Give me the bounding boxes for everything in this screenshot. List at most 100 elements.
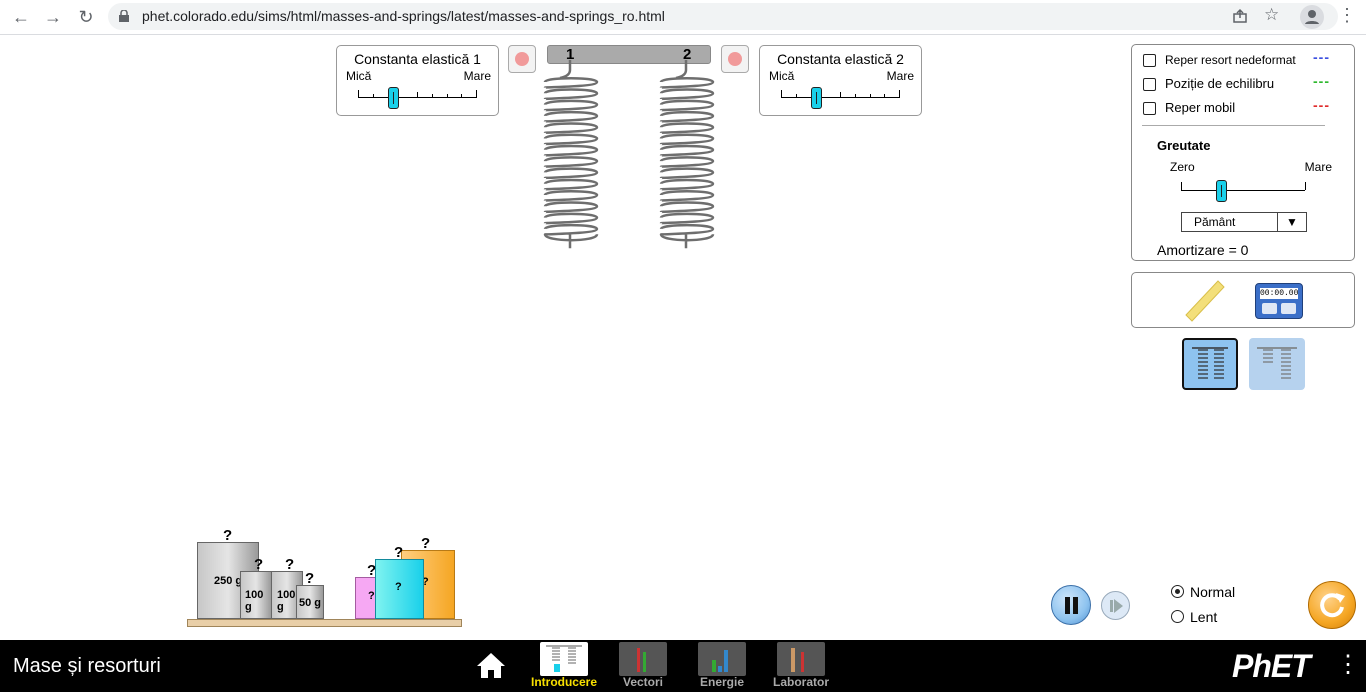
spring-constant-1-thumb[interactable] [387, 87, 399, 109]
speed-normal-radio[interactable] [1171, 585, 1184, 598]
mass-hook: ? [421, 535, 431, 552]
mass-hook: ? [254, 556, 264, 573]
screen-vectors-icon[interactable] [619, 642, 667, 676]
planet-select-value: Pământ [1194, 215, 1236, 229]
pause-icon [1065, 597, 1078, 614]
url-text: phet.colorado.edu/sims/html/masses-and-s… [142, 8, 665, 24]
slider-tick [884, 94, 885, 98]
natural-length-label: Reper resort nedeformat [1165, 53, 1296, 67]
home-icon[interactable] [474, 650, 508, 680]
planet-select[interactable]: Pământ ▼ [1181, 212, 1307, 232]
slider-tick [432, 94, 433, 98]
slider-tick [476, 90, 477, 98]
movable-line-checkbox[interactable] [1143, 102, 1156, 115]
stopwatch-display: 00:00.00 [1260, 288, 1299, 299]
screen-lab-icon[interactable] [777, 642, 825, 676]
spring-constant-1-panel: Constanta elastică 1 Mică Mare [336, 45, 499, 116]
gravity-min-label: Zero [1170, 160, 1195, 174]
gravity-thumb[interactable] [1216, 180, 1228, 202]
mass-shelf [187, 619, 462, 627]
mass-100g-a-label: 100 g [245, 589, 264, 613]
pause-button[interactable] [1051, 585, 1091, 625]
screen-energy-icon[interactable] [698, 642, 746, 676]
mass-hook: ? [285, 556, 295, 573]
adjustable-length-springs-button[interactable] [1249, 338, 1305, 390]
step-forward-icon [1110, 599, 1123, 613]
spring-2[interactable] [652, 60, 722, 255]
chevron-down-icon[interactable]: ▼ [1277, 213, 1306, 231]
mass-250g-label: 250 g [214, 575, 243, 587]
screen-vectors-label[interactable]: Vectori [603, 675, 683, 689]
slider-tick [358, 90, 359, 98]
two-springs-variable-icon [1257, 347, 1297, 379]
mass-50g[interactable]: 50 g [296, 585, 324, 619]
equilibrium-checkbox[interactable] [1143, 78, 1156, 91]
reload-icon[interactable]: ↻ [75, 6, 97, 28]
divider [1142, 125, 1325, 126]
reset-all-button[interactable] [1308, 581, 1356, 629]
menu-dots-icon[interactable]: ⋮ [1338, 5, 1356, 26]
mystery-mass-cyan[interactable]: ? [375, 559, 424, 619]
slider-tick [781, 90, 782, 98]
mass-hook: ? [394, 544, 404, 561]
mystery-mass-cyan-label: ? [395, 581, 402, 593]
profile-icon[interactable] [1300, 5, 1324, 29]
star-icon[interactable]: ☆ [1264, 5, 1279, 25]
damping-label: Amortizare = 0 [1157, 242, 1249, 258]
spring-constant-1-max-label: Mare [463, 69, 491, 83]
stopwatch-reset-icon [1262, 303, 1277, 314]
slider-tick [840, 92, 841, 98]
forward-arrow-icon[interactable]: → [42, 6, 64, 28]
spring-constant-1-min-label: Mică [346, 69, 372, 83]
spring-constant-2-max-label: Mare [886, 69, 914, 83]
gravity-max-label: Mare [1304, 160, 1332, 174]
reset-icon [1320, 593, 1345, 618]
ruler-icon[interactable] [1182, 279, 1226, 323]
spring-constant-2-title: Constanta elastică 2 [777, 51, 904, 67]
slider-tick [855, 94, 856, 98]
mass-hook: ? [305, 570, 315, 587]
spring-1[interactable] [536, 60, 606, 255]
speed-slow-radio[interactable] [1171, 610, 1184, 623]
spring-constant-2-min-label: Mică [769, 69, 795, 83]
lock-icon [119, 9, 129, 22]
sim-title: Mase și resorturi [13, 655, 161, 677]
phet-menu-icon[interactable]: ⋮ [1336, 650, 1360, 679]
step-forward-button[interactable] [1101, 591, 1130, 620]
slider-tick [417, 92, 418, 98]
screen-intro-icon[interactable] [540, 642, 588, 676]
mystery-mass-pink-label: ? [368, 590, 375, 602]
movable-line-label: Reper mobil [1165, 100, 1236, 115]
equilibrium-line-key: --- [1313, 73, 1330, 89]
screen-lab-label[interactable]: Laborator [761, 675, 841, 689]
gravity-track [1181, 190, 1305, 191]
gravity-title: Greutate [1157, 138, 1211, 153]
screen-energy-label[interactable]: Energie [682, 675, 762, 689]
speed-normal-label: Normal [1190, 584, 1236, 600]
phet-logo[interactable]: PhET [1232, 648, 1311, 685]
spring-1-reference-button[interactable] [508, 45, 536, 73]
screen-intro-label[interactable]: Introducere [524, 675, 604, 689]
back-arrow-icon[interactable]: ← [10, 6, 32, 28]
slider-tick [796, 94, 797, 98]
slider-tick [1181, 182, 1182, 190]
mass-100g-a[interactable]: 100 g [240, 571, 272, 619]
equilibrium-label: Poziție de echilibru [1165, 76, 1275, 91]
spring-constant-2-thumb[interactable] [810, 87, 822, 109]
spring-constant-2-panel: Constanta elastică 2 Mică Mare [759, 45, 922, 116]
movable-line-key: --- [1313, 97, 1330, 113]
stopwatch-play-icon [1281, 303, 1296, 314]
options-panel: Reper resort nedeformat --- Poziție de e… [1131, 44, 1355, 261]
spring-2-reference-button[interactable] [721, 45, 749, 73]
stopwatch-icon[interactable]: 00:00.00 [1255, 283, 1303, 319]
slider-tick [461, 94, 462, 98]
slider-tick [447, 94, 448, 98]
spring-constant-1-title: Constanta elastică 1 [354, 51, 481, 67]
mass-hook: ? [223, 527, 233, 544]
mass-50g-label: 50 g [299, 597, 322, 609]
natural-length-line-key: --- [1313, 49, 1330, 65]
natural-length-checkbox[interactable] [1143, 54, 1156, 67]
speed-slow-label: Lent [1190, 609, 1218, 625]
share-icon[interactable] [1232, 8, 1248, 29]
same-length-springs-button[interactable] [1182, 338, 1238, 390]
